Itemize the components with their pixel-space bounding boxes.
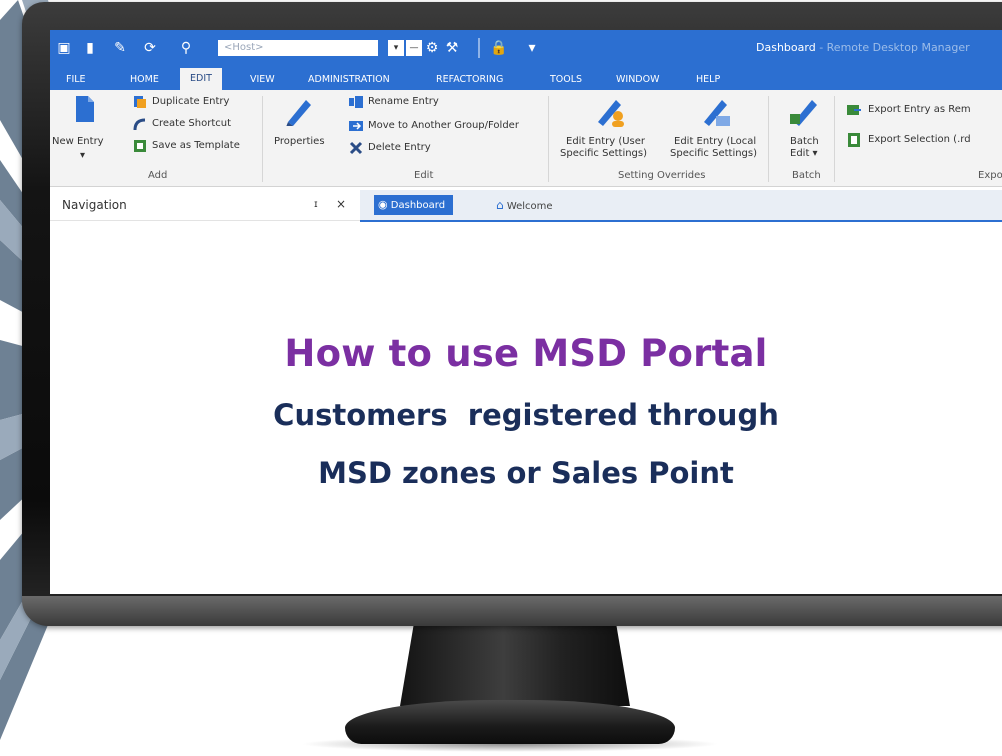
subheadline-line2: MSD zones or Sales Point	[318, 456, 734, 490]
new-entry-icon	[76, 96, 94, 122]
template-icon	[134, 140, 146, 152]
host-input[interactable]: <Host>	[218, 40, 378, 56]
create-shortcut-button[interactable]: Create Shortcut	[152, 118, 231, 130]
tab-view[interactable]: VIEW	[250, 72, 275, 88]
tab-file[interactable]: FILE	[66, 72, 86, 88]
toolbar-separator	[478, 38, 480, 58]
shortcut-icon	[133, 118, 146, 131]
ribbon-group-label-add: Add	[148, 170, 168, 181]
duplicate-entry-button[interactable]: Duplicate Entry	[152, 96, 229, 108]
properties-button[interactable]: Properties	[274, 136, 325, 148]
tab-dashboard[interactable]: ◉ Dashboard	[374, 195, 454, 215]
export-icon	[848, 133, 860, 147]
save-as-template-button[interactable]: Save as Template	[152, 140, 240, 152]
tab-dashboard-label: Dashboard	[390, 200, 446, 211]
tab-refactoring[interactable]: REFACTORING	[436, 72, 503, 88]
ribbon-tab-row: FILE HOME EDIT VIEW ADMINISTRATION REFAC…	[50, 68, 1002, 90]
ribbon-group-label-export: Expo	[978, 170, 1002, 181]
tools-icon[interactable]: ⚒	[444, 40, 460, 56]
window-title-app: - Remote Desktop Manager	[819, 41, 970, 54]
pin-icon[interactable]: ɪ	[314, 199, 318, 210]
edit-local-settings-line2[interactable]: Specific Settings)	[670, 148, 757, 160]
rename-icon	[349, 96, 363, 108]
chevron-down-icon[interactable]: ▾	[524, 40, 540, 56]
tab-welcome[interactable]: ⌂ Welcome	[492, 195, 561, 215]
subheadline-line1: Customers registered through	[273, 398, 779, 432]
title-bar: ▣ ▮ ✎ ⟳ ⚲ <Host> ▾ — ⚙ ⚒ 🔒 ▾ Dashboard -…	[50, 30, 1002, 68]
ribbon-separator	[768, 96, 769, 182]
edit-local-icon	[704, 100, 730, 126]
navigation-title: Navigation	[62, 198, 127, 212]
new-entry-button[interactable]: New Entry	[52, 136, 104, 148]
tab-home[interactable]: HOME	[130, 72, 159, 88]
chevron-down-icon[interactable]: ▾	[388, 40, 404, 56]
move-to-group-button[interactable]: Move to Another Group/Folder	[368, 120, 519, 132]
settings-icon[interactable]: ⚙	[424, 40, 440, 56]
document-tabs: ◉ Dashboard ⌂ Welcome	[360, 190, 1002, 222]
properties-icon	[286, 100, 311, 126]
window-title-doc: Dashboard	[756, 41, 816, 54]
ribbon-group-label-setting-overrides: Setting Overrides	[618, 170, 706, 181]
batch-edit-line1[interactable]: Batch	[790, 136, 819, 148]
duplicate-icon	[134, 96, 146, 108]
tab-edit[interactable]: EDIT	[180, 68, 222, 90]
monitor-icon[interactable]: ▣	[56, 40, 72, 56]
monitor-neck	[400, 624, 630, 706]
folder-icon[interactable]: ▮	[82, 40, 98, 56]
delete-icon	[349, 141, 363, 155]
pencil-icon[interactable]: ✎	[112, 40, 128, 56]
export-entry-button[interactable]: Export Entry as Rem	[868, 104, 971, 116]
dash-icon[interactable]: —	[406, 40, 422, 56]
tab-welcome-label: Welcome	[506, 201, 553, 212]
home-icon: ⌂	[496, 198, 504, 212]
monitor-screen: ▣ ▮ ✎ ⟳ ⚲ <Host> ▾ — ⚙ ⚒ 🔒 ▾ Dashboard -…	[50, 30, 1002, 594]
refresh-icon[interactable]: ⟳	[142, 40, 158, 56]
tab-window[interactable]: WINDOW	[616, 72, 660, 88]
monitor-base	[345, 700, 675, 744]
ribbon-separator	[262, 96, 263, 182]
delete-entry-button[interactable]: Delete Entry	[368, 142, 431, 154]
navigation-panel-header: Navigation ɪ ×	[50, 190, 360, 221]
tab-help[interactable]: HELP	[696, 72, 720, 88]
edit-user-icon	[598, 100, 624, 127]
chevron-down-icon[interactable]: ▾	[80, 150, 85, 162]
monitor-chin	[22, 596, 1002, 626]
tab-tools[interactable]: TOOLS	[550, 72, 582, 88]
edit-user-settings-line2[interactable]: Specific Settings)	[560, 148, 647, 160]
ribbon-group-label-batch: Batch	[792, 170, 821, 181]
stage: ▣ ▮ ✎ ⟳ ⚲ <Host> ▾ — ⚙ ⚒ 🔒 ▾ Dashboard -…	[0, 0, 1002, 756]
headline: How to use MSD Portal	[284, 332, 768, 375]
rename-entry-button[interactable]: Rename Entry	[368, 96, 439, 108]
export-icon	[847, 105, 861, 115]
ribbon-group-label-edit: Edit	[414, 170, 434, 181]
batch-edit-line2[interactable]: Edit ▾	[790, 148, 818, 160]
dashboard-icon: ◉	[378, 198, 388, 211]
search-icon[interactable]: ⚲	[178, 40, 194, 56]
move-icon	[349, 121, 363, 131]
lock-icon[interactable]: 🔒	[490, 40, 507, 56]
window-title: Dashboard - Remote Desktop Manager	[756, 40, 970, 56]
edit-user-settings-line1[interactable]: Edit Entry (User	[566, 136, 645, 148]
ribbon-separator	[834, 96, 835, 182]
ribbon: New Entry ▾ Duplicate Entry Create Short…	[50, 90, 1002, 187]
batch-edit-icon	[790, 100, 817, 126]
export-selection-button[interactable]: Export Selection (.rd	[868, 134, 971, 146]
ribbon-separator	[548, 96, 549, 182]
tab-administration[interactable]: ADMINISTRATION	[308, 72, 390, 88]
edit-local-settings-line1[interactable]: Edit Entry (Local	[674, 136, 756, 148]
close-icon[interactable]: ×	[336, 197, 346, 211]
